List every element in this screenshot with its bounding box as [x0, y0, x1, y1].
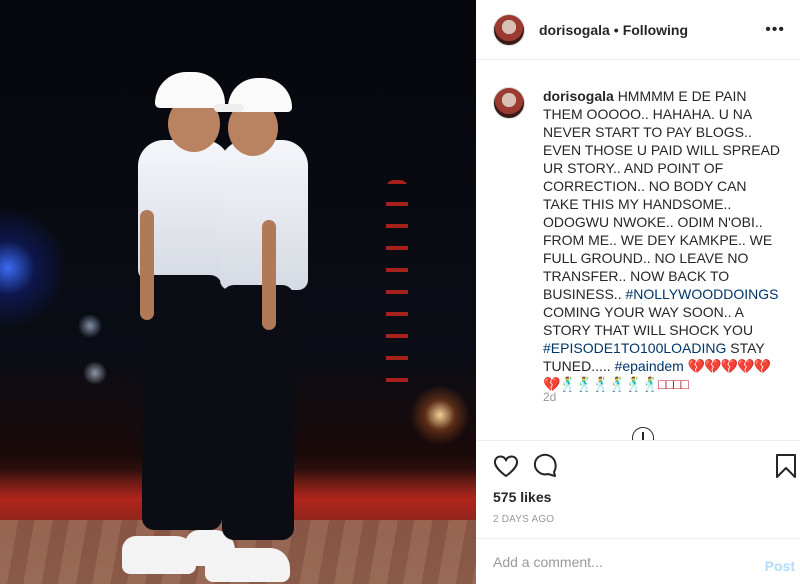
header-text: dorisogala • Following	[539, 22, 688, 38]
header-separator: •	[613, 21, 619, 38]
bookmark-icon[interactable]	[772, 452, 800, 480]
comment-icon[interactable]	[531, 452, 559, 480]
hashtag-link[interactable]: #epaindem	[615, 358, 684, 374]
post-comment-button[interactable]: Post	[765, 558, 795, 574]
follow-status-button[interactable]: Following	[623, 22, 688, 38]
heart-icon[interactable]	[492, 452, 520, 480]
post-timestamp: 2 DAYS AGO	[493, 514, 555, 525]
likes-count[interactable]: 575 likes	[493, 489, 551, 505]
plus-circle-icon[interactable]	[632, 427, 654, 440]
caption-avatar[interactable]	[493, 87, 525, 119]
hashtag-link[interactable]: #NOLLYWOODDOINGS	[625, 286, 778, 302]
caption-age: 2d	[543, 390, 557, 404]
caption-username[interactable]: dorisogala	[543, 88, 614, 104]
caption-body-2: COMING YOUR WAY SOON.. A STORY THAT WILL…	[543, 304, 754, 338]
username-link[interactable]: dorisogala	[539, 22, 610, 38]
post-header: dorisogala • Following •••	[476, 0, 800, 60]
caption-text: dorisogala HMMMM E DE PAIN THEM OOOOO.. …	[543, 87, 783, 393]
more-options-icon[interactable]: •••	[765, 22, 785, 38]
post-photo[interactable]	[0, 0, 476, 584]
comment-input[interactable]	[493, 553, 743, 570]
caption-body-1: HMMMM E DE PAIN THEM OOOOO.. HAHAHA. U N…	[543, 88, 781, 302]
hashtag-link[interactable]: #EPISODE1TO100LOADING	[543, 340, 726, 356]
caption-section: dorisogala HMMMM E DE PAIN THEM OOOOO.. …	[476, 61, 800, 441]
comment-form: Post	[476, 538, 800, 584]
background-lights	[386, 180, 408, 400]
caption-row: dorisogala HMMMM E DE PAIN THEM OOOOO.. …	[493, 87, 783, 393]
action-bar	[476, 452, 800, 482]
avatar[interactable]	[493, 13, 525, 46]
